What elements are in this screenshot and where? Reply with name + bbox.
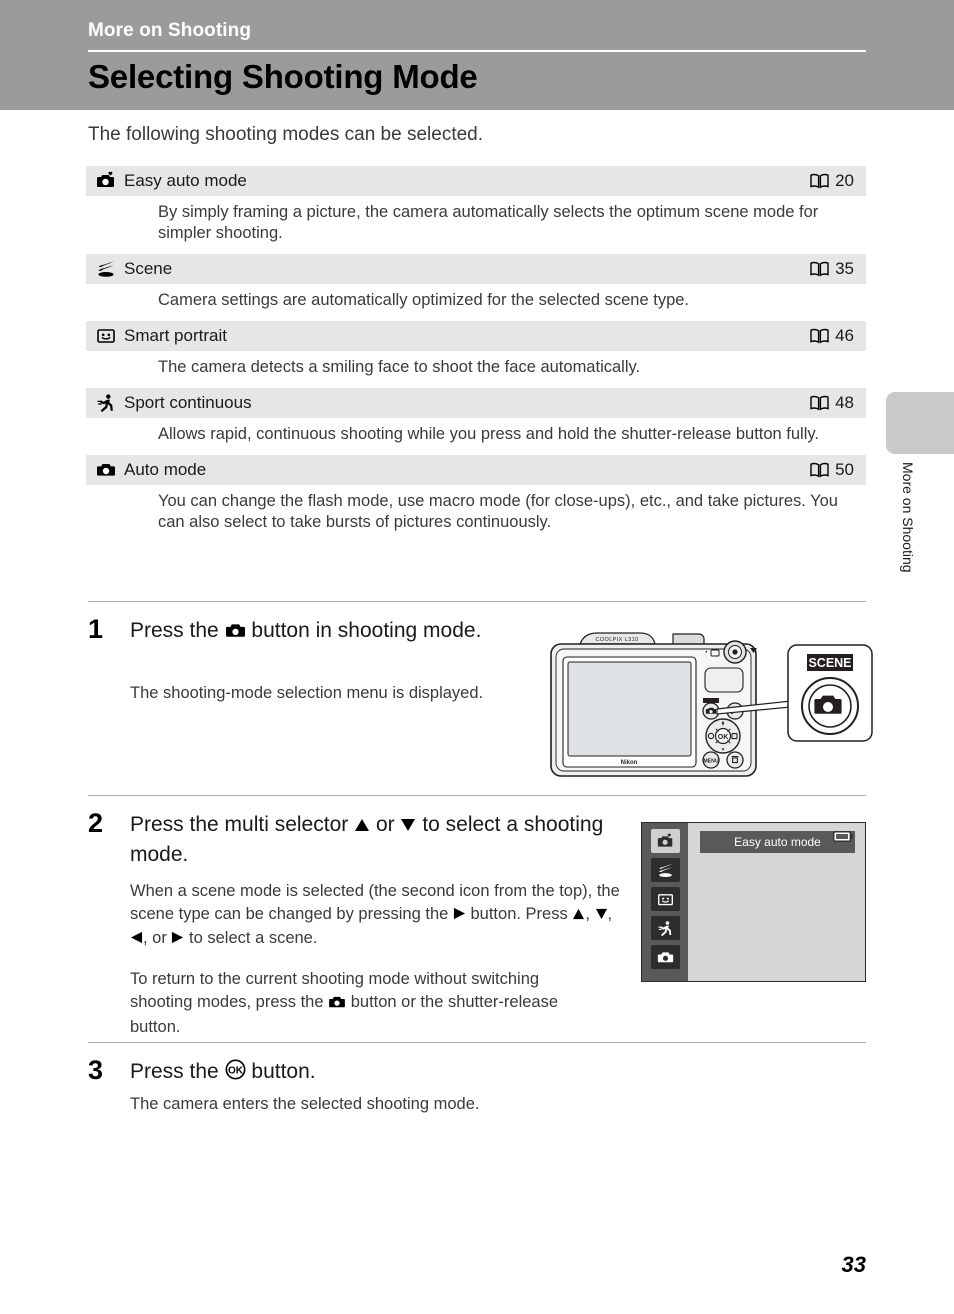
section-divider [88, 601, 866, 602]
step-number: 2 [88, 808, 104, 838]
intro-text: The following shooting modes can be sele… [88, 124, 484, 145]
mode-row-header: Easy auto mode 20 [86, 166, 866, 196]
page-number: 33 [841, 1252, 866, 1277]
mode-description: Allows rapid, continuous shooting while … [158, 425, 819, 443]
step-title: Press the button in shooting mode. [130, 616, 570, 647]
mode-row-header: Smart portrait 46 [86, 321, 866, 351]
section-divider [88, 795, 866, 796]
auto-mode-icon [328, 993, 346, 1016]
step-body-part: , or [143, 929, 167, 947]
page-reference: 35 [810, 259, 854, 279]
lcd-main-area: Easy auto mode [688, 823, 865, 981]
page-reference-number: 35 [835, 259, 854, 278]
callout-scene-label: SCENE [808, 656, 851, 670]
book-icon [810, 395, 829, 411]
camera-model-label: COOLPIX L310 [595, 637, 638, 643]
auto-mode-icon [96, 460, 116, 480]
page-reference: 48 [810, 393, 854, 413]
step-title-part: button. [251, 1060, 316, 1083]
lcd-shooting-mode-menu: Easy auto mode [641, 822, 866, 982]
step-title-part: Press the multi selector [130, 813, 349, 836]
lcd-mode-rail [642, 823, 688, 981]
mode-row-header: Scene 35 [86, 254, 866, 284]
step-body-paragraph-2: To return to the current shooting mode w… [130, 968, 600, 1039]
side-tab-label: More on Shooting [900, 462, 916, 573]
page-reference-number: 48 [835, 393, 854, 412]
ok-button-icon: OK [225, 1059, 246, 1088]
step-title-part: Press the [130, 619, 219, 642]
side-tab-marker [886, 392, 954, 454]
step-body-part: , [585, 905, 590, 923]
arrow-right-icon [171, 928, 184, 951]
step-number: 1 [88, 614, 104, 644]
step-title-part: or [375, 813, 395, 836]
page-reference: 50 [810, 460, 854, 480]
step-body: The shooting-mode selection menu is disp… [130, 684, 484, 702]
auto-mode-icon [225, 618, 246, 647]
step-title: Press the OK button. [130, 1057, 590, 1088]
sport-continuous-icon [96, 393, 116, 413]
scene-mode-icon [96, 259, 116, 279]
step-body: The camera enters the selected shooting … [130, 1095, 480, 1113]
table-row: Scene 35 Camera settings are automatical… [86, 254, 866, 321]
step-body-paragraph-1: When a scene mode is selected (the secon… [130, 880, 620, 951]
svg-text:MENU: MENU [703, 758, 719, 764]
section-divider [88, 1042, 866, 1043]
table-row: Easy auto mode 20 By simply framing a pi… [86, 166, 866, 254]
mode-row-header: Auto mode 50 [86, 455, 866, 485]
mode-row-header: Sport continuous 48 [86, 388, 866, 418]
camera-rear-illustration: COOLPIX L310 Nikon OK MENU SCENE [545, 628, 875, 793]
step-body-part: to select a scene. [189, 929, 318, 947]
mode-description: You can change the flash mode, use macro… [158, 492, 838, 531]
mode-label: Auto mode [124, 460, 207, 479]
arrow-down-icon [595, 904, 608, 927]
arrow-up-icon [572, 904, 585, 927]
mode-description: Camera settings are automatically optimi… [158, 291, 690, 309]
smart-portrait-icon [96, 326, 116, 346]
camera-brand-label: Nikon [621, 760, 638, 766]
book-icon [810, 261, 829, 277]
svg-text:OK: OK [718, 734, 729, 741]
lcd-selected-mode-label: Easy auto mode [700, 831, 855, 853]
arrow-down-icon [400, 811, 416, 840]
mode-label: Easy auto mode [124, 171, 247, 190]
table-row: Auto mode 50 You can change the flash mo… [86, 455, 866, 543]
lcd-easy-auto-mode-icon[interactable] [650, 829, 680, 853]
step-title-part: Press the [130, 1060, 219, 1083]
lcd-scene-mode-icon[interactable] [650, 858, 680, 882]
mode-label: Sport continuous [124, 393, 252, 412]
page-title: Selecting Shooting Mode [88, 58, 478, 95]
arrow-right-icon [453, 904, 466, 927]
lcd-smart-portrait-icon[interactable] [650, 887, 680, 911]
step-title-part: button in shooting mode. [251, 619, 482, 642]
chapter-title: More on Shooting [88, 20, 252, 41]
book-icon [810, 173, 829, 189]
shooting-modes-table: Easy auto mode 20 By simply framing a pi… [86, 166, 866, 543]
page-reference-number: 20 [835, 171, 854, 190]
step-body-part: button. Press [470, 905, 568, 923]
lcd-auto-mode-icon[interactable] [650, 945, 680, 969]
book-icon [810, 462, 829, 478]
mode-description: The camera detects a smiling face to sho… [158, 358, 641, 376]
page-reference-number: 46 [835, 326, 854, 345]
easy-auto-mode-icon [96, 171, 116, 191]
mode-description: By simply framing a picture, the camera … [158, 203, 819, 242]
svg-text:OK: OK [228, 1065, 244, 1076]
table-row: Smart portrait 46 The camera detects a s… [86, 321, 866, 388]
battery-icon [833, 829, 853, 842]
step-body-part: , [607, 905, 613, 923]
book-icon [810, 328, 829, 344]
page-reference: 46 [810, 326, 854, 346]
page-reference: 20 [810, 171, 854, 191]
step-number: 3 [88, 1055, 104, 1085]
header-divider-rule [88, 50, 866, 52]
page-reference-number: 50 [835, 460, 854, 479]
mode-label: Smart portrait [124, 326, 227, 345]
arrow-up-icon [354, 811, 370, 840]
arrow-left-icon [130, 928, 143, 951]
table-row: Sport continuous 48 Allows rapid, contin… [86, 388, 866, 455]
mode-label: Scene [124, 259, 173, 278]
lcd-sport-continuous-icon[interactable] [650, 916, 680, 940]
step-title: Press the multi selector or to select a … [130, 810, 630, 869]
